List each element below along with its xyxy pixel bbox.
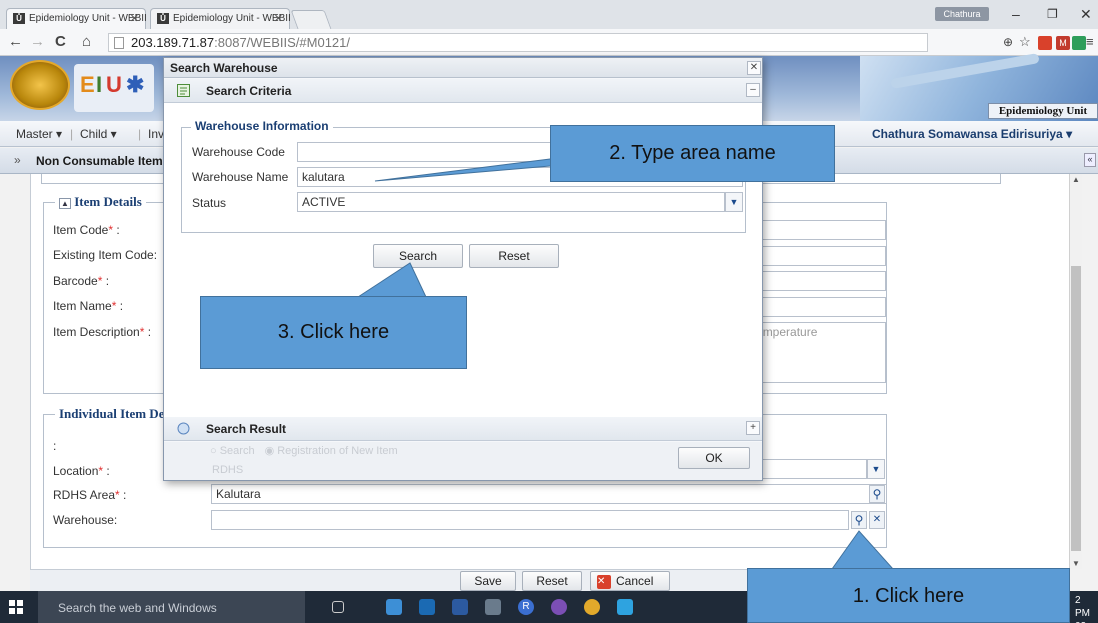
- callout-step-1: 1. Click here: [747, 568, 1070, 623]
- callout-step-2: 2. Type area name: [550, 125, 835, 182]
- callout-pointers: [356, 152, 895, 570]
- callout-step-3: 3. Click here: [200, 296, 467, 369]
- callout-1-pointer: [831, 530, 895, 570]
- callout-3-pointer: [356, 262, 427, 298]
